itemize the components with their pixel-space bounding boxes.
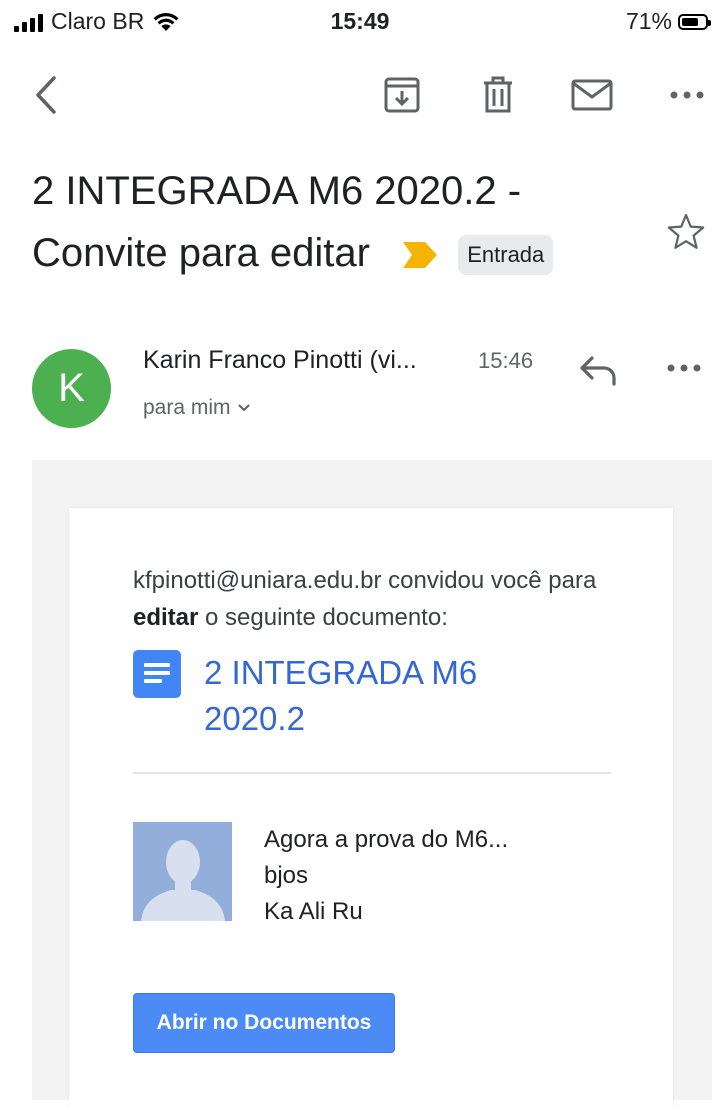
back-icon (36, 76, 56, 114)
email-subject: 2 INTEGRADA M6 2020.2 - Convite para edi… (32, 160, 652, 284)
sent-time: 15:46 (478, 348, 534, 373)
star-icon (667, 213, 705, 249)
clock: 15:49 (330, 8, 390, 34)
battery-percent: 71% (625, 8, 672, 34)
mail-icon (571, 79, 613, 111)
more-icon (667, 364, 701, 372)
sender-avatar[interactable]: K (32, 349, 111, 428)
document-link[interactable]: 2 INTEGRADA M6 2020.2 (204, 650, 564, 742)
archive-icon (384, 77, 420, 113)
star-button[interactable] (666, 212, 706, 257)
invite-text: kfpinotti@uniara.edu.br convidou você pa… (133, 562, 633, 636)
more-options-button[interactable] (664, 62, 710, 128)
chevron-down-icon (237, 404, 250, 412)
recipient-details-toggle[interactable]: para mim (143, 396, 251, 420)
status-right: 71% (625, 8, 711, 35)
message-line: bjos (264, 862, 309, 889)
archive-button[interactable] (378, 62, 426, 128)
subject-text: 2 INTEGRADA M6 2020.2 - Convite para edi… (32, 169, 522, 275)
inbox-label-chip[interactable]: Entrada (458, 235, 554, 276)
message-line: Ka Ali Ru (264, 898, 363, 925)
mark-unread-button[interactable] (566, 62, 618, 128)
email-toolbar (0, 62, 720, 128)
delete-button[interactable] (474, 62, 522, 128)
divider (133, 772, 611, 774)
reply-button[interactable] (576, 350, 620, 395)
open-in-docs-button[interactable]: Abrir no Documentos (133, 993, 395, 1053)
message-more-button[interactable] (666, 360, 702, 378)
sender-profile-photo (133, 822, 232, 921)
invite-permission: editar (133, 604, 199, 631)
trash-icon (484, 76, 512, 113)
battery-icon (678, 13, 711, 30)
status-bar: Claro BR 15:49 71% (0, 0, 720, 44)
invite-suffix: o seguinte documento: (205, 604, 448, 631)
google-docs-icon[interactable] (133, 650, 181, 698)
important-marker-icon[interactable] (403, 242, 438, 269)
back-button[interactable] (22, 62, 70, 128)
recipient-text: para mim (143, 396, 231, 419)
invitation-card: kfpinotti@uniara.edu.br convidou você pa… (69, 508, 673, 1108)
reply-icon (580, 356, 616, 386)
invite-prefix: kfpinotti@uniara.edu.br convidou você pa… (133, 567, 597, 594)
more-icon (670, 91, 704, 99)
personal-message: Agora a prova do M6... bjos Ka Ali Ru (264, 822, 508, 930)
person-silhouette-icon (133, 822, 232, 921)
message-body: kfpinotti@uniara.edu.br convidou você pa… (32, 460, 712, 1108)
message-line: Agora a prova do M6... (264, 826, 509, 853)
sender-name[interactable]: Karin Franco Pinotti (vi... (143, 346, 417, 375)
